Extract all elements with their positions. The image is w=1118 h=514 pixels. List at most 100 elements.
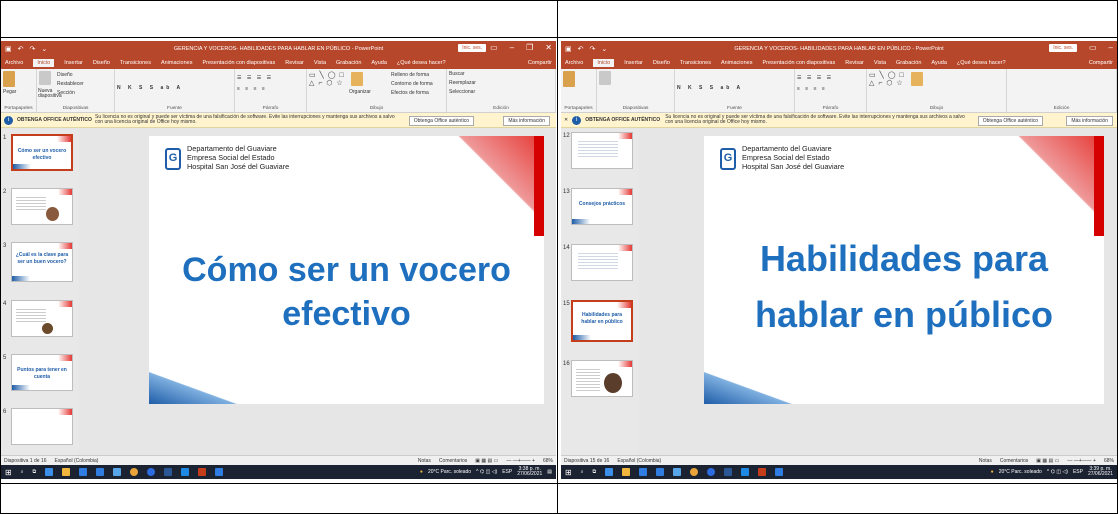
mail-icon[interactable] (639, 468, 648, 476)
new-slide-icon[interactable] (599, 71, 611, 85)
close-icon[interactable]: ✕ (545, 43, 552, 52)
tab-inicio[interactable]: Inicio (33, 59, 55, 67)
font-format-icons[interactable]: N K S S ab A (677, 85, 792, 91)
zoom-level[interactable]: 68% (1104, 458, 1114, 464)
paste-icon[interactable] (563, 71, 575, 87)
share-button[interactable]: Compartir (1089, 60, 1113, 66)
weather-text[interactable]: 20°C Parc. soleado (428, 469, 471, 475)
view-icons[interactable]: ▣ ▦ ▤ ▭ (475, 458, 498, 464)
tab-revisar[interactable]: Revisar (845, 60, 864, 66)
windows-start-icon[interactable]: ⊞ (565, 468, 572, 477)
slide-canvas[interactable]: G Departamento del Guaviare Empresa Soci… (149, 136, 544, 404)
new-slide-button[interactable]: Nueva diapositiva (38, 89, 62, 99)
zoom-slider[interactable]: — —+—— + (506, 458, 535, 464)
slide-thumbnail[interactable]: Puntos para tener en cuenta (11, 354, 73, 391)
tab-animaciones[interactable]: Animaciones (721, 60, 753, 66)
comments-button[interactable]: Comentarios (439, 458, 467, 464)
slide-title[interactable]: Habilidades para hablar en público (704, 231, 1104, 343)
edge-icon[interactable] (45, 468, 54, 476)
app-icon[interactable] (741, 468, 750, 476)
shape-effects-button[interactable]: Efectos de forma (391, 90, 429, 96)
arrange-button[interactable]: Organizar (349, 89, 371, 95)
notification-icon[interactable]: ▤ (547, 469, 552, 475)
calculator-icon[interactable] (113, 468, 122, 476)
browser-icon[interactable] (707, 468, 716, 476)
minimize-icon[interactable]: – (510, 43, 514, 52)
redo-icon[interactable]: ↷ (30, 45, 36, 53)
language-tray[interactable]: ESP (502, 469, 512, 475)
notes-button[interactable]: Notas (418, 458, 431, 464)
slide-thumbnail[interactable] (11, 300, 73, 337)
slide-thumbnail[interactable]: Habilidades para hablar en público (571, 300, 633, 342)
notes-button[interactable]: Notas (979, 458, 992, 464)
find-button[interactable]: Buscar (449, 71, 553, 77)
tab-revisar[interactable]: Revisar (285, 60, 304, 66)
tab-vista[interactable]: Vista (874, 60, 886, 66)
tab-presentacion[interactable]: Presentación con diapositivas (202, 60, 275, 66)
shape-fill-button[interactable]: Relleno de forma (391, 72, 429, 78)
comments-button[interactable]: Comentarios (1000, 458, 1028, 464)
undo-icon[interactable]: ↶ (18, 45, 24, 53)
tab-inicio[interactable]: Inicio (593, 59, 615, 67)
folder-icon[interactable] (62, 468, 71, 476)
slide-thumbnail[interactable] (571, 132, 633, 169)
reset-button[interactable]: Restablecer (57, 81, 84, 87)
get-genuine-office-button[interactable]: Obtenga Office auténtico (408, 116, 474, 126)
zoom-level[interactable]: 68% (543, 458, 553, 464)
customize-icon[interactable]: ⌄ (41, 45, 47, 53)
word-icon[interactable] (164, 468, 173, 476)
list-icons[interactable]: ☰ ☰ ☰ ☰ (237, 75, 304, 81)
new-slide-icon[interactable] (39, 71, 51, 85)
tab-ayuda[interactable]: Ayuda (371, 60, 387, 66)
tab-archivo[interactable]: Archivo (5, 60, 23, 66)
arrange-icon[interactable] (911, 72, 923, 86)
language-tray[interactable]: ESP (1073, 469, 1083, 475)
weather-text[interactable]: 20°C Parc. soleado (999, 469, 1042, 475)
task-view-icon[interactable]: ⧉ (33, 469, 37, 475)
slide-thumbnail[interactable] (571, 360, 633, 397)
store-icon[interactable] (96, 468, 105, 476)
shapes-gallery-icon[interactable]: ▭ ╲ ◯ □ △ ⌐ ⬡ ☆ (869, 71, 1004, 87)
tab-insertar[interactable]: Insertar (624, 60, 643, 66)
tell-me-search[interactable]: ¿Qué desea hacer? (397, 60, 446, 66)
save-icon[interactable]: ▣ (5, 45, 12, 53)
windows-start-icon[interactable]: ⊞ (5, 468, 12, 477)
arrange-icon[interactable] (351, 72, 363, 86)
more-info-button[interactable]: Más información (1066, 116, 1113, 126)
powerpoint-icon[interactable] (758, 468, 767, 476)
tab-diseno[interactable]: Diseño (653, 60, 670, 66)
tray-icons[interactable]: ^ ⌬ ◫ ◁) (1047, 469, 1068, 475)
more-info-button[interactable]: Más información (503, 116, 550, 126)
tab-grabacion[interactable]: Grabación (336, 60, 361, 66)
word-icon[interactable] (724, 468, 733, 476)
slide-thumbnail[interactable] (571, 244, 633, 281)
ribbon-display-icon[interactable]: ▭ (490, 43, 498, 52)
tab-grabacion[interactable]: Grabación (896, 60, 921, 66)
layout-button[interactable]: Diseño (57, 72, 73, 78)
tab-archivo[interactable]: Archivo (565, 60, 583, 66)
language-indicator[interactable]: Español (Colombia) (55, 458, 99, 464)
task-view-icon[interactable]: ⧉ (593, 469, 597, 475)
minimize-icon[interactable]: – (1109, 43, 1113, 52)
tab-insertar[interactable]: Insertar (64, 60, 83, 66)
mail-icon[interactable] (79, 468, 88, 476)
folder-icon[interactable] (622, 468, 631, 476)
slide-thumbnail[interactable] (11, 408, 73, 445)
list-icons[interactable]: ☰ ☰ ☰ ☰ (797, 75, 864, 81)
tab-diseno[interactable]: Diseño (93, 60, 110, 66)
shape-outline-button[interactable]: Contorno de forma (391, 81, 433, 87)
search-icon[interactable]: ⌕ (581, 469, 584, 475)
tab-transiciones[interactable]: Transiciones (120, 60, 151, 66)
get-genuine-office-button[interactable]: Obtenga Office auténtico (977, 116, 1043, 126)
tab-transiciones[interactable]: Transiciones (680, 60, 711, 66)
tray-icons[interactable]: ^ ⌬ ◫ ◁) (476, 469, 497, 475)
zoom-slider[interactable]: — —+—— + (1067, 458, 1096, 464)
tab-ayuda[interactable]: Ayuda (931, 60, 947, 66)
clock[interactable]: 3:39 p. m. 27/06/2021 (1088, 466, 1113, 478)
slide-canvas[interactable]: G Departamento del Guaviare Empresa Soci… (704, 136, 1104, 404)
slide-thumbnail[interactable]: ¿Cuál es la clave para ser un buen vocer… (11, 242, 73, 282)
align-icons[interactable]: ≡ ≡ ≡ ≡ (797, 86, 864, 92)
tab-animaciones[interactable]: Animaciones (161, 60, 193, 66)
view-icons[interactable]: ▣ ▦ ▤ ▭ (1036, 458, 1059, 464)
select-button[interactable]: Seleccionar (449, 89, 553, 95)
